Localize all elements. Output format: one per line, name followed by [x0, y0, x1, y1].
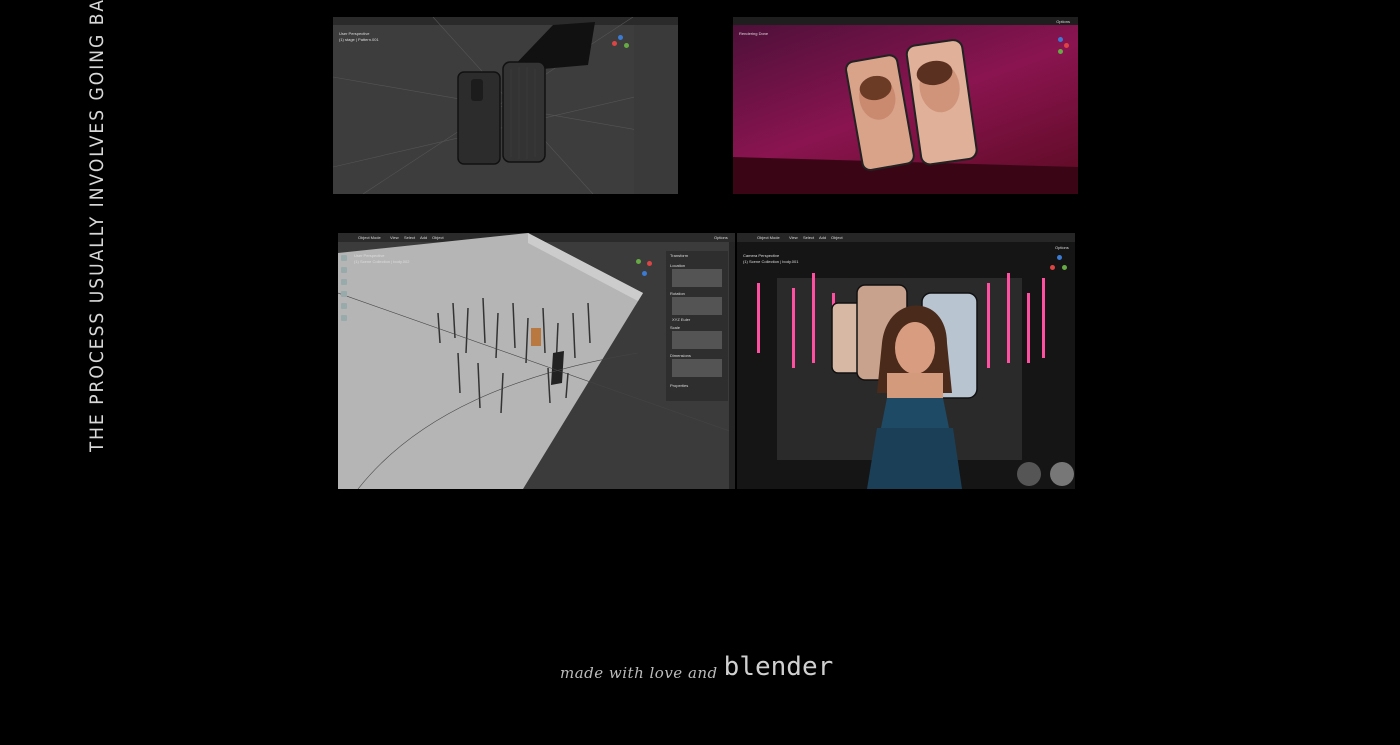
n-panel[interactable]: Transform Location Rotation XYZ Euler Sc…: [666, 251, 728, 401]
cursor-tool-icon[interactable]: [341, 267, 347, 273]
viewport-label: Camera Perspective: [743, 253, 780, 258]
gizmo-z-icon[interactable]: [1058, 37, 1063, 42]
side-caption: THE PROCESS USUALLY INVOLVES GOING BACK …: [86, 0, 108, 452]
rotation-fields[interactable]: [672, 297, 722, 315]
properties-header[interactable]: Properties: [670, 383, 688, 388]
scale-label: Scale: [670, 325, 681, 330]
transform-tool-icon[interactable]: [341, 315, 347, 321]
gizmo-z-icon[interactable]: [642, 271, 647, 276]
footer-signature: made with love and blender: [560, 636, 840, 682]
render-scene: [757, 273, 1074, 489]
move-tool-icon[interactable]: [341, 279, 347, 285]
select-tool-icon[interactable]: [341, 255, 347, 261]
dimensions-fields[interactable]: [672, 359, 722, 377]
render-pink-wall-phones: Rendering Done Options: [733, 17, 1078, 194]
gizmo-x-icon[interactable]: [1050, 265, 1055, 270]
gizmo-y-icon[interactable]: [1058, 49, 1063, 54]
viewport-render-woman: Object Mode View Select Add Object Optio…: [737, 233, 1075, 489]
location-fields[interactable]: [672, 269, 722, 287]
properties-panel[interactable]: [634, 25, 678, 194]
sidebar-tabs[interactable]: [729, 242, 735, 489]
gizmo-y-icon[interactable]: [636, 259, 641, 264]
viewport-wireframe-phones: User Perspective (1) stage | Pattern.001: [333, 17, 678, 194]
rotation-mode[interactable]: XYZ Euler: [672, 317, 690, 322]
footer-brand: blender: [723, 652, 834, 682]
location-label: Location: [670, 263, 686, 268]
render-status: Rendering Done: [739, 31, 769, 36]
viewport-scene-overview: Object Mode View Select Add Object Optio…: [338, 233, 735, 489]
viewport-sublabel: (1) Scene Collection | body.001: [743, 259, 799, 264]
gizmo-z-icon[interactable]: [618, 35, 623, 40]
gizmo-x-icon[interactable]: [612, 41, 617, 46]
viewport-sublabel: (1) stage | Pattern.001: [339, 37, 379, 42]
viewport-sublabel: (1) Scene Collection | body.002: [354, 259, 410, 264]
gizmo-z-icon[interactable]: [1057, 255, 1062, 260]
options-dropdown[interactable]: Options: [1056, 19, 1070, 24]
render-scene: [733, 39, 1078, 194]
gizmo-y-icon[interactable]: [624, 43, 629, 48]
gizmo-x-icon[interactable]: [647, 261, 652, 266]
footer-script: made with love and: [560, 664, 718, 682]
scale-fields[interactable]: [672, 331, 722, 349]
gizmo-x-icon[interactable]: [1064, 43, 1069, 48]
scale-tool-icon[interactable]: [341, 303, 347, 309]
viewport-label: User Perspective: [354, 253, 385, 258]
rotation-label: Rotation: [670, 291, 685, 296]
rotate-tool-icon[interactable]: [341, 291, 347, 297]
gizmo-y-icon[interactable]: [1062, 265, 1067, 270]
viewport-label: User Perspective: [339, 31, 370, 36]
transform-header[interactable]: Transform: [670, 253, 688, 258]
dimensions-label: Dimensions: [670, 353, 691, 358]
